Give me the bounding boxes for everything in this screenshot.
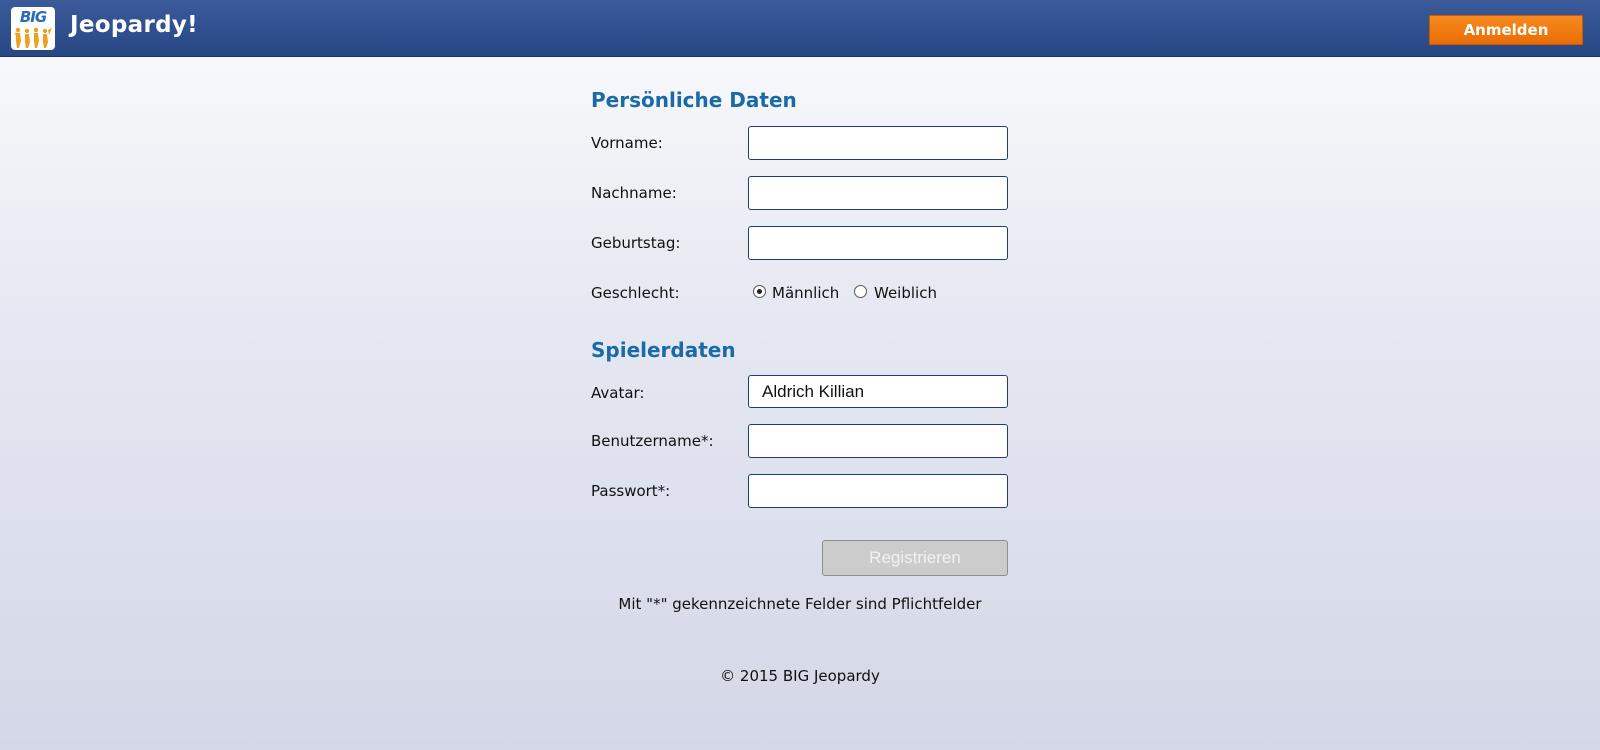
password-label: Passwort*: [591,482,671,500]
login-button[interactable]: Anmelden [1429,15,1583,45]
gender-radio-male[interactable] [753,285,766,298]
birthday-field[interactable] [748,226,1008,260]
section-title-player: Spielerdaten [591,338,736,362]
big-logo[interactable]: BIG [11,7,55,50]
footer-copyright: © 2015 BIG Jeopardy [720,667,880,685]
lastname-field[interactable] [748,176,1008,210]
gender-option-male-label[interactable]: Männlich [772,284,839,302]
password-field[interactable] [748,474,1008,508]
username-field[interactable] [748,424,1008,458]
username-label: Benutzername*: [591,432,714,450]
gender-label: Geschlecht: [591,284,680,302]
required-fields-hint: Mit "*" gekennzeichnete Felder sind Pfli… [618,595,982,613]
birthday-label: Geburtstag: [591,234,681,252]
gender-radio-female[interactable] [854,285,867,298]
app-title: Jeopardy! [70,12,198,38]
register-button[interactable]: Registrieren [822,540,1008,576]
logo-text: BIG [19,8,47,26]
avatar-label: Avatar: [591,384,645,402]
firstname-label: Vorname: [591,134,663,152]
radio-selected-dot [757,289,762,294]
section-title-personal: Persönliche Daten [591,88,797,112]
top-bar: BIG Jeopardy! Anmelden [0,0,1600,57]
people-icon [14,27,52,48]
avatar-select[interactable]: Aldrich Killian [748,375,1008,408]
firstname-field[interactable] [748,126,1008,160]
gender-option-female-label[interactable]: Weiblich [874,284,937,302]
lastname-label: Nachname: [591,184,677,202]
